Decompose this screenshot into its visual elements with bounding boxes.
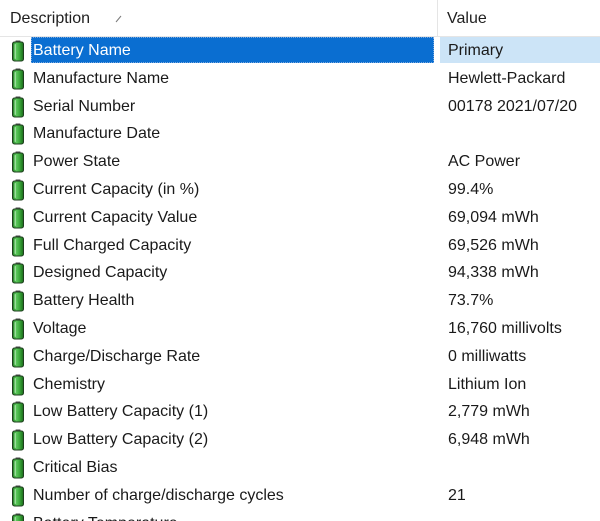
row-label: Low Battery Capacity (2) [33, 431, 209, 449]
row-value: 73.7% [448, 292, 494, 310]
row-label: Serial Number [33, 97, 136, 115]
table-row[interactable]: Low Battery Capacity (2) 6,948 mWh [0, 426, 600, 454]
table-row[interactable]: Current Capacity Value 69,094 mWh [0, 204, 600, 232]
row-label: Critical Bias [33, 458, 118, 476]
table-row[interactable]: Charge/Discharge Rate 0 milliwatts [0, 343, 600, 371]
table-row[interactable]: Low Battery Capacity (1) 2,779 mWh [0, 398, 600, 426]
battery-icon [12, 513, 24, 521]
table-row[interactable]: Number of charge/discharge cycles 21 [0, 482, 600, 510]
battery-icon [12, 457, 24, 479]
battery-icon [12, 318, 24, 340]
battery-icon [12, 346, 24, 368]
row-value: 16,760 millivolts [448, 319, 562, 337]
row-value: 2,779 mWh [448, 403, 530, 421]
row-value: 00178 2021/07/20 [448, 97, 578, 115]
battery-icon [12, 68, 24, 90]
row-value: 99.4% [448, 180, 494, 198]
row-label: Manufacture Name [33, 69, 170, 87]
table-row[interactable]: Serial Number 00178 2021/07/20 [0, 93, 600, 121]
table-row[interactable]: Battery Temperature [0, 510, 600, 521]
row-label: Current Capacity Value [33, 208, 198, 226]
row-label: Current Capacity (in %) [33, 180, 200, 198]
battery-icon [12, 290, 24, 312]
row-label: Battery Temperature [31, 510, 180, 521]
rows-container: Battery Name Primary Manufacture Name He… [0, 37, 600, 521]
row-label: Chemistry [33, 375, 106, 393]
battery-icon [12, 374, 24, 396]
row-label: Power State [33, 153, 121, 171]
row-label: Full Charged Capacity [33, 236, 192, 254]
column-header: Description Value [0, 0, 600, 37]
table-row[interactable]: Manufacture Name Hewlett-Packard [0, 65, 600, 93]
battery-icon [12, 262, 24, 284]
battery-icon [12, 151, 24, 173]
battery-icon [12, 485, 24, 507]
row-value: AC Power [448, 153, 521, 171]
row-label: Low Battery Capacity (1) [33, 403, 209, 421]
table-row[interactable]: Voltage 16,760 millivolts [0, 315, 600, 343]
table-row[interactable]: Power State AC Power [0, 148, 600, 176]
row-value: 69,526 mWh [448, 236, 539, 254]
column-header-description-label: Description [10, 10, 91, 27]
battery-icon [12, 429, 24, 451]
row-value: 94,338 mWh [448, 264, 539, 282]
table-row[interactable]: Battery Health 73.7% [0, 287, 600, 315]
table-row[interactable]: Full Charged Capacity 69,526 mWh [0, 232, 600, 260]
table-row[interactable]: Designed Capacity 94,338 mWh [0, 259, 600, 287]
column-header-description[interactable]: Description [0, 0, 438, 36]
row-value: 21 [448, 486, 466, 504]
row-label: Designed Capacity [33, 264, 168, 282]
row-label: Battery Health [33, 292, 135, 310]
battery-icon [12, 179, 24, 201]
row-value: 6,948 mWh [448, 431, 530, 449]
row-value: Primary [440, 37, 600, 63]
column-header-value-label: Value [447, 10, 487, 27]
sort-indicator-icon [115, 15, 122, 23]
row-value: 69,094 mWh [448, 208, 539, 226]
row-value: Hewlett-Packard [448, 69, 566, 87]
row-label: Manufacture Date [33, 125, 161, 143]
battery-info-listview: Description Value Battery Name Primary M… [0, 0, 600, 521]
row-label: Number of charge/discharge cycles [33, 486, 284, 504]
row-label: Voltage [33, 319, 87, 337]
row-label: Charge/Discharge Rate [33, 347, 201, 365]
table-row[interactable]: Chemistry Lithium Ion [0, 371, 600, 399]
column-header-value[interactable]: Value [438, 0, 600, 36]
table-row[interactable]: Critical Bias [0, 454, 600, 482]
row-value: 0 milliwatts [448, 347, 527, 365]
table-row[interactable]: Current Capacity (in %) 99.4% [0, 176, 600, 204]
battery-icon [12, 40, 24, 62]
row-value: Lithium Ion [448, 375, 527, 393]
battery-icon [12, 96, 24, 118]
row-label: Battery Name [31, 37, 434, 63]
battery-icon [12, 235, 24, 257]
battery-icon [12, 401, 24, 423]
table-row[interactable]: Battery Name Primary [0, 37, 600, 65]
battery-icon [12, 207, 24, 229]
table-row[interactable]: Manufacture Date [0, 120, 600, 148]
battery-icon [12, 123, 24, 145]
